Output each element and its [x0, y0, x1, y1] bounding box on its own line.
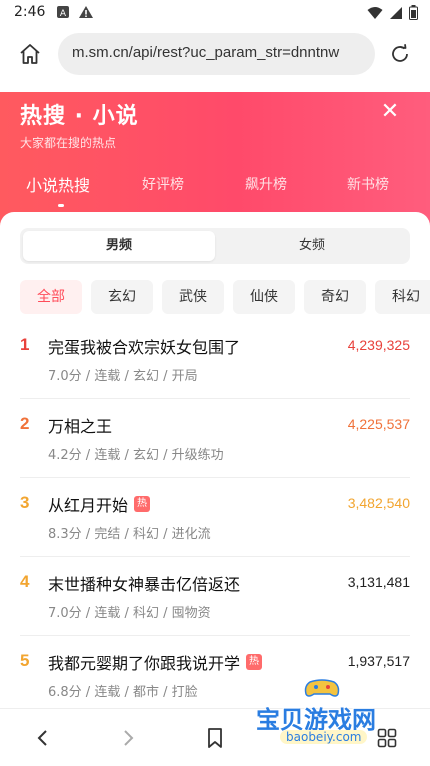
book-title: 万相之王 — [48, 417, 113, 436]
filter-kehuan[interactable]: 科幻 — [375, 280, 430, 314]
book-row[interactable]: 2 万相之王 4.2分 / 连载 / 玄幻 / 升级练功 4,225,537 — [20, 399, 410, 478]
title-wrap: 完蛋我被合欢宗妖女包围了 — [48, 334, 240, 358]
book-row[interactable]: 1 完蛋我被合欢宗妖女包围了 7.0分 / 连载 / 玄幻 / 开局 4,239… — [20, 320, 410, 399]
back-button[interactable] — [28, 723, 58, 753]
book-meta: 6.8分 / 连载 / 都市 / 打脸 — [48, 685, 198, 700]
warning-icon — [79, 6, 93, 18]
hot-score: 1,937,517 — [347, 653, 410, 669]
refresh-icon — [392, 44, 408, 62]
filter-wuxia[interactable]: 武侠 — [162, 280, 224, 314]
status-bar: 2:46 A — [0, 0, 430, 26]
chevron-left-icon — [37, 730, 47, 746]
hot-score: 4,239,325 — [347, 337, 410, 353]
ranking-tabs: 小说热搜 好评榜 飙升榜 新书榜 — [0, 174, 430, 214]
browser-toolbar: m.sm.cn/api/rest?uc_param_str=dnntnw — [0, 26, 430, 84]
page-title: 热搜 · 小说 — [20, 104, 139, 129]
filter-qihuan[interactable]: 奇幻 — [304, 280, 366, 314]
book-meta: 4.2分 / 连载 / 玄幻 / 升级练功 — [48, 448, 224, 463]
hot-badge: 热 — [246, 654, 263, 670]
tab-rising[interactable]: 飙升榜 — [245, 174, 287, 194]
filter-xianxia[interactable]: 仙侠 — [233, 280, 295, 314]
book-meta: 8.3分 / 完结 / 科幻 / 进化流 — [48, 527, 211, 542]
gamepad-icon — [304, 679, 340, 697]
book-row[interactable]: 3 从红月开始 热 8.3分 / 完结 / 科幻 / 进化流 3,482,540 — [20, 478, 410, 557]
status-right-icons — [367, 5, 418, 20]
rank-number: 3 — [20, 493, 30, 512]
address-bar[interactable]: m.sm.cn/api/rest?uc_param_str=dnntnw — [58, 33, 375, 75]
home-button[interactable] — [14, 38, 46, 70]
page-subtitle: 大家都在搜的热点 — [20, 136, 117, 150]
tab-top-rated[interactable]: 好评榜 — [142, 174, 184, 194]
status-time: 2:46 — [14, 4, 46, 20]
url-text: m.sm.cn/api/rest?uc_param_str=dnntnw — [72, 44, 340, 61]
book-meta: 7.0分 / 连载 / 玄幻 / 开局 — [48, 369, 198, 384]
filter-all[interactable]: 全部 — [20, 280, 82, 314]
hot-badge: 热 — [134, 496, 151, 512]
rank-number: 4 — [20, 572, 30, 591]
filter-xuanhuan[interactable]: 玄幻 — [91, 280, 153, 314]
ranking-content: 男频 女频 全部 玄幻 武侠 仙侠 奇幻 科幻 1 完蛋我被合欢宗妖女包围了 7.0分 /… — [0, 212, 430, 708]
title-wrap: 万相之王 — [48, 413, 112, 437]
hot-score: 3,482,540 — [347, 495, 410, 511]
book-title: 从红月开始 — [48, 496, 129, 515]
status-left-icons: A — [56, 5, 94, 19]
active-tab-indicator — [58, 204, 64, 207]
hot-score: 4,225,537 — [347, 416, 410, 432]
rank-number: 1 — [20, 335, 30, 354]
gender-switch: 男频 女频 — [20, 228, 410, 264]
forward-button[interactable] — [113, 723, 143, 753]
tab-new-books[interactable]: 新书榜 — [347, 174, 389, 194]
book-ranking-list: 1 完蛋我被合欢宗妖女包围了 7.0分 / 连载 / 玄幻 / 开局 4,239… — [20, 320, 410, 708]
book-title: 完蛋我被合欢宗妖女包围了 — [48, 338, 241, 357]
close-icon: ✕ — [380, 99, 400, 124]
watermark-url: baobeiy.com — [280, 730, 368, 744]
gender-male-option[interactable]: 男频 — [23, 231, 215, 261]
book-meta: 7.0分 / 连载 / 科幻 / 囤物资 — [48, 606, 211, 621]
hot-score: 3,131,481 — [347, 574, 410, 590]
home-icon — [20, 44, 40, 64]
signal-icon — [390, 6, 402, 19]
title-wrap: 我都元婴期了你跟我说开学 热 — [48, 650, 263, 674]
chevron-right-icon — [124, 730, 134, 746]
bookmark-icon — [208, 728, 222, 748]
book-row[interactable]: 4 末世播种女神暴击亿倍返还 7.0分 / 连载 / 科幻 / 囤物资 3,13… — [20, 557, 410, 636]
rank-number: 5 — [20, 651, 30, 670]
title-wrap: 从红月开始 热 — [48, 492, 151, 516]
category-filters: 全部 玄幻 武侠 仙侠 奇幻 科幻 — [20, 280, 430, 314]
refresh-button[interactable] — [384, 38, 416, 70]
svg-text:A: A — [60, 9, 67, 19]
title-wrap: 末世播种女神暴击亿倍返还 — [48, 571, 240, 595]
watermark: 宝贝游戏网 baobeiy.com — [250, 674, 400, 754]
battery-icon — [409, 5, 418, 20]
bookmark-button[interactable] — [200, 723, 230, 753]
book-title: 我都元婴期了你跟我说开学 — [48, 654, 241, 673]
wifi-icon — [367, 6, 383, 19]
close-button[interactable]: ✕ — [378, 100, 402, 124]
notification-a-icon: A — [57, 6, 69, 19]
gender-female-option[interactable]: 女频 — [216, 231, 408, 261]
book-title: 末世播种女神暴击亿倍返还 — [48, 575, 241, 594]
tab-novel-hot[interactable]: 小说热搜 — [26, 172, 90, 196]
rank-number: 2 — [20, 414, 30, 433]
